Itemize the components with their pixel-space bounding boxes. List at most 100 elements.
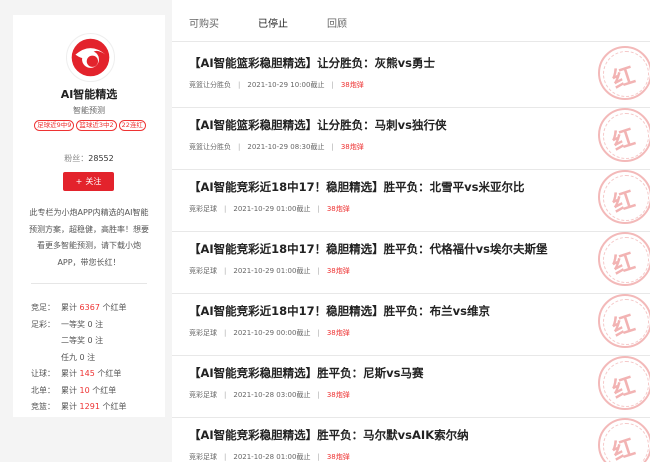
stats-list: 竞足： 累计 6367 个红单 足彩： 一等奖 0 注 二等奖 0 注 任九 0 注…	[31, 300, 161, 416]
plan-title[interactable]: 【AI智能竞彩近18中17！稳胆精选】胜平负：代格福什vs埃尔夫斯堡	[189, 241, 548, 257]
plan-item[interactable]: 【AI智能竞彩近18中17！稳胆精选】胜平负：代格福什vs埃尔夫斯堡 竞彩足球 |…	[172, 228, 650, 294]
plan-title[interactable]: 【AI智能竞彩稳胆精选】胜平负：尼斯vs马赛	[189, 365, 424, 381]
stat-label: 竞足：	[31, 303, 55, 312]
stat-row-zucai-2: 二等奖 0 注	[31, 333, 161, 350]
stat-prefix: 累计	[61, 402, 80, 411]
plan-item[interactable]: 【AI智能篮彩稳胆精选】让分胜负：灰熊vs勇士 竞篮让分胜负 | 2021-10-2…	[172, 42, 650, 108]
plan-category: 竞彩足球	[189, 391, 217, 399]
plan-price: 38炮弹	[326, 329, 350, 337]
plan-title[interactable]: 【AI智能竞彩近18中17！稳胆精选】胜平负：北雪平vs米亚尔比	[189, 179, 525, 195]
stat-row-jinglan: 竞篮： 累计 1291 个红单	[31, 399, 161, 416]
plan-title[interactable]: 【AI智能竞彩近18中17！稳胆精选】胜平负：布兰vs维京	[189, 303, 490, 319]
record-tags: 足球近9中9 篮球近3中2 22连红	[23, 120, 157, 131]
plan-price: 38炮弹	[326, 205, 350, 213]
plan-item[interactable]: 【AI智能竞彩稳胆精选】胜平负：马尔默vsAIK索尔纳 竞彩足球 | 2021-10…	[172, 414, 650, 462]
plan-deadline: 2021-10-28 03:00截止	[233, 391, 311, 399]
plan-category: 竞篮让分胜负	[189, 81, 231, 89]
stat-row-beidan: 北单： 累计 10 个红单	[31, 383, 161, 400]
tab-review[interactable]: 回顾	[327, 15, 347, 30]
plan-title[interactable]: 【AI智能篮彩稳胆精选】让分胜负：灰熊vs勇士	[189, 55, 435, 71]
plan-deadline: 2021-10-29 08:30截止	[247, 143, 325, 151]
plan-meta: 竞彩足球 | 2021-10-29 01:00截止 | 38炮弹	[189, 205, 350, 213]
stat-row-rangqiu: 让球： 累计 145 个红单	[31, 366, 161, 383]
red-stamp-icon: 红	[596, 228, 650, 294]
fans-number: 28552	[88, 154, 114, 163]
author-avatar[interactable]	[66, 33, 115, 82]
record-tag: 篮球近3中2	[76, 120, 117, 131]
plan-price: 38炮弹	[340, 143, 364, 151]
stat-label: 北单：	[31, 385, 55, 395]
plus-icon: +	[75, 177, 83, 186]
tab-available[interactable]: 可购买	[189, 15, 219, 30]
stat-row-renjiu: 任九 0 注	[31, 350, 161, 367]
stat-prefix: 累计	[61, 369, 80, 378]
plan-price: 38炮弹	[340, 81, 364, 89]
plan-category: 竞彩足球	[189, 205, 217, 213]
stat-number: 1291	[79, 402, 100, 411]
plan-item[interactable]: 【AI智能竞彩近18中17！稳胆精选】胜平负：布兰vs维京 竞彩足球 | 2021-…	[172, 290, 650, 356]
plan-category: 竞彩足球	[189, 329, 217, 337]
plan-item[interactable]: 【AI智能竞彩近18中17！稳胆精选】胜平负：北雪平vs米亚尔比 竞彩足球 | 20…	[172, 166, 650, 232]
divider	[31, 283, 147, 284]
plan-price: 38炮弹	[326, 453, 350, 461]
stat-prefix: 任九 0 注	[61, 352, 96, 362]
stat-label	[31, 333, 61, 350]
author-description: 此专栏为小炮APP内精选的AI智能预测方案，超稳健，高胜率！想要看更多智能预测，…	[29, 208, 149, 267]
stat-number: 10	[79, 385, 90, 395]
plan-meta: 竞彩足球 | 2021-10-29 00:00截止 | 38炮弹	[189, 329, 350, 337]
red-stamp-icon: 红	[596, 104, 650, 170]
plan-title[interactable]: 【AI智能篮彩稳胆精选】让分胜负：马刺vs独行侠	[189, 117, 447, 133]
plan-meta: 竞彩足球 | 2021-10-28 03:00截止 | 38炮弹	[189, 391, 350, 399]
plan-deadline: 2021-10-29 01:00截止	[233, 267, 311, 275]
stat-number: 145	[79, 369, 95, 378]
plan-deadline: 2021-10-29 01:00截止	[233, 205, 311, 213]
plan-meta: 竞篮让分胜负 | 2021-10-29 10:00截止 | 38炮弹	[189, 81, 364, 89]
record-tag: 22连红	[118, 120, 146, 131]
stat-suffix: 个红单	[99, 303, 127, 312]
stat-row-zucai-1: 足彩： 一等奖 0 注	[31, 317, 161, 334]
stat-label	[31, 350, 61, 367]
plan-meta: 竞彩足球 | 2021-10-29 01:00截止 | 38炮弹	[189, 267, 350, 275]
author-subtitle: 智能预测	[73, 106, 105, 115]
plan-item[interactable]: 【AI智能竞彩稳胆精选】胜平负：尼斯vs马赛 竞彩足球 | 2021-10-28 0…	[172, 352, 650, 418]
stat-prefix: 一等奖 0 注	[61, 319, 104, 329]
plan-category: 竞篮让分胜负	[189, 143, 231, 151]
red-stamp-icon: 红	[596, 166, 650, 232]
plan-price: 38炮弹	[326, 391, 350, 399]
plan-deadline: 2021-10-28 01:00截止	[233, 453, 311, 461]
stat-suffix: 个红单	[94, 369, 122, 378]
fans-count: 粉丝：28552	[13, 153, 165, 164]
stat-label: 让球：	[31, 369, 55, 378]
plan-price: 38炮弹	[326, 267, 350, 275]
stat-prefix: 累计	[61, 303, 80, 312]
plan-title[interactable]: 【AI智能竞彩稳胆精选】胜平负：马尔默vsAIK索尔纳	[189, 427, 469, 443]
author-sidebar: AI智能精选 智能预测 足球近9中9 篮球近3中2 22连红 粉丝：28552 …	[13, 15, 165, 417]
follow-label: 关注	[85, 177, 102, 186]
stat-prefix: 累计	[61, 385, 80, 395]
stat-row-jingzu: 竞足： 累计 6367 个红单	[31, 300, 161, 317]
plan-meta: 竞篮让分胜负 | 2021-10-29 08:30截止 | 38炮弹	[189, 143, 364, 151]
stat-suffix: 个红单	[99, 402, 127, 411]
red-stamp-icon: 红	[596, 290, 650, 356]
plan-item[interactable]: 【AI智能篮彩稳胆精选】让分胜负：马刺vs独行侠 竞篮让分胜负 | 2021-10-…	[172, 104, 650, 170]
record-tag: 足球近9中9	[34, 120, 75, 131]
ai-logo-icon	[71, 38, 110, 77]
plan-meta: 竞彩足球 | 2021-10-28 01:00截止 | 38炮弹	[189, 453, 350, 461]
plan-category: 竞彩足球	[189, 267, 217, 275]
plan-category: 竞彩足球	[189, 453, 217, 461]
stat-number: 6367	[79, 303, 100, 312]
red-stamp-icon: 红	[596, 42, 650, 108]
plan-list-panel: 可购买 已停止 回顾 【AI智能篮彩稳胆精选】让分胜负：灰熊vs勇士 竞篮让分胜…	[172, 0, 650, 462]
author-name: AI智能精选	[60, 88, 118, 101]
tab-stopped[interactable]: 已停止	[258, 15, 288, 30]
red-stamp-icon: 红	[596, 352, 650, 418]
stat-label: 竞篮：	[31, 402, 55, 411]
plan-deadline: 2021-10-29 10:00截止	[247, 81, 325, 89]
stat-label: 足彩：	[31, 319, 55, 329]
follow-button[interactable]: + 关注	[63, 172, 114, 191]
tab-bar: 可购买 已停止 回顾	[172, 0, 650, 42]
stat-prefix: 二等奖 0 注	[61, 336, 104, 345]
red-stamp-icon: 红	[596, 414, 650, 462]
stat-suffix: 个红单	[89, 385, 117, 395]
fans-label: 粉丝：	[64, 154, 89, 163]
